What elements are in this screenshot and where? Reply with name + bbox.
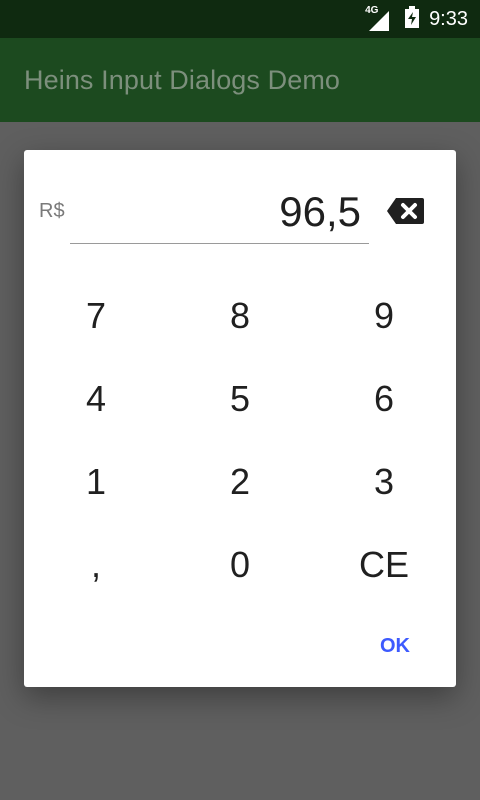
key-8[interactable]: 8 (168, 274, 312, 357)
key-4[interactable]: 4 (24, 357, 168, 440)
signal-icon: 4G (365, 5, 391, 31)
ok-button[interactable]: OK (370, 628, 420, 664)
key-decimal-comma[interactable]: , (24, 523, 168, 606)
numeric-input-dialog: R$ 96,5 7 8 9 4 5 6 1 2 3 , 0 CE OK (24, 150, 456, 687)
status-bar: 4G 9:33 (0, 0, 480, 38)
key-clear-entry[interactable]: CE (312, 523, 456, 606)
key-9[interactable]: 9 (312, 274, 456, 357)
backspace-icon[interactable] (386, 196, 426, 226)
key-0[interactable]: 0 (168, 523, 312, 606)
key-1[interactable]: 1 (24, 440, 168, 523)
key-2[interactable]: 2 (168, 440, 312, 523)
keypad: 7 8 9 4 5 6 1 2 3 , 0 CE (24, 274, 456, 606)
battery-icon (405, 5, 420, 33)
key-3[interactable]: 3 (312, 440, 456, 523)
app-title: Heins Input Dialogs Demo (24, 64, 341, 95)
status-time: 9:33 (429, 7, 468, 30)
key-5[interactable]: 5 (168, 357, 312, 440)
key-6[interactable]: 6 (312, 357, 456, 440)
app-bar: Heins Input Dialogs Demo (0, 38, 480, 122)
key-7[interactable]: 7 (24, 274, 168, 357)
currency-symbol: R$ (39, 200, 65, 222)
amount-display: 96,5 (70, 184, 369, 244)
